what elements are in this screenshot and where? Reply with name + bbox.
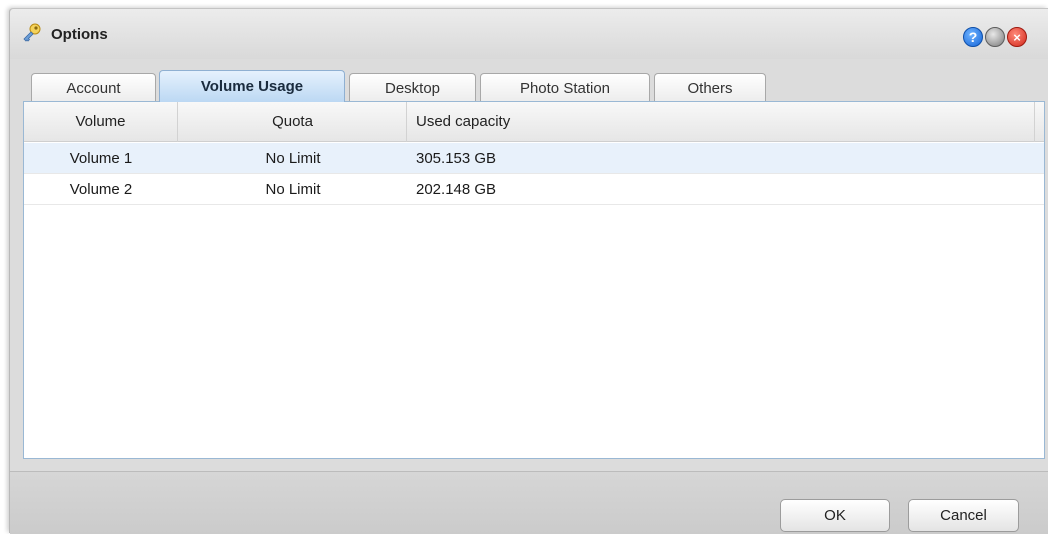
tab-others[interactable]: Others [654,73,766,102]
options-key-icon [21,22,43,44]
volume-cell: Volume 1 [69,150,133,167]
quota-cell: No Limit [265,181,321,198]
options-window: Options ? × Account Volume Usage Desktop… [9,8,1048,534]
help-icon[interactable]: ? [963,27,983,47]
tab-photo-station[interactable]: Photo Station [480,73,650,102]
used-capacity-cell: 202.148 GB [416,181,497,198]
table-row[interactable]: Volume 1 No Limit 305.153 GB [24,143,1044,174]
title-bar[interactable]: Options ? × [10,9,1048,59]
minimize-icon[interactable] [985,27,1005,47]
close-icon[interactable]: × [1007,27,1027,47]
column-header-quota[interactable]: Quota [179,102,407,142]
column-header-end [1034,102,1046,142]
volume-usage-grid: Volume Quota Used capacity Volume 1 No L… [23,101,1045,459]
dialog-footer: OK Cancel [10,471,1048,534]
column-header-used-capacity[interactable]: Used capacity [416,102,1016,142]
table-row[interactable]: Volume 2 No Limit 202.148 GB [24,174,1044,205]
tab-bar: Account Volume Usage Desktop Photo Stati… [10,67,1048,102]
ok-button[interactable]: OK [780,499,890,532]
tab-account[interactable]: Account [31,73,156,102]
window-title: Options [51,26,108,43]
tab-volume-usage[interactable]: Volume Usage [159,70,345,102]
volume-cell: Volume 2 [69,181,133,198]
tab-desktop[interactable]: Desktop [349,73,476,102]
grid-header: Volume Quota Used capacity [24,102,1044,142]
column-header-volume[interactable]: Volume [24,102,178,142]
used-capacity-cell: 305.153 GB [416,150,497,167]
cancel-button[interactable]: Cancel [908,499,1019,532]
quota-cell: No Limit [265,150,321,167]
